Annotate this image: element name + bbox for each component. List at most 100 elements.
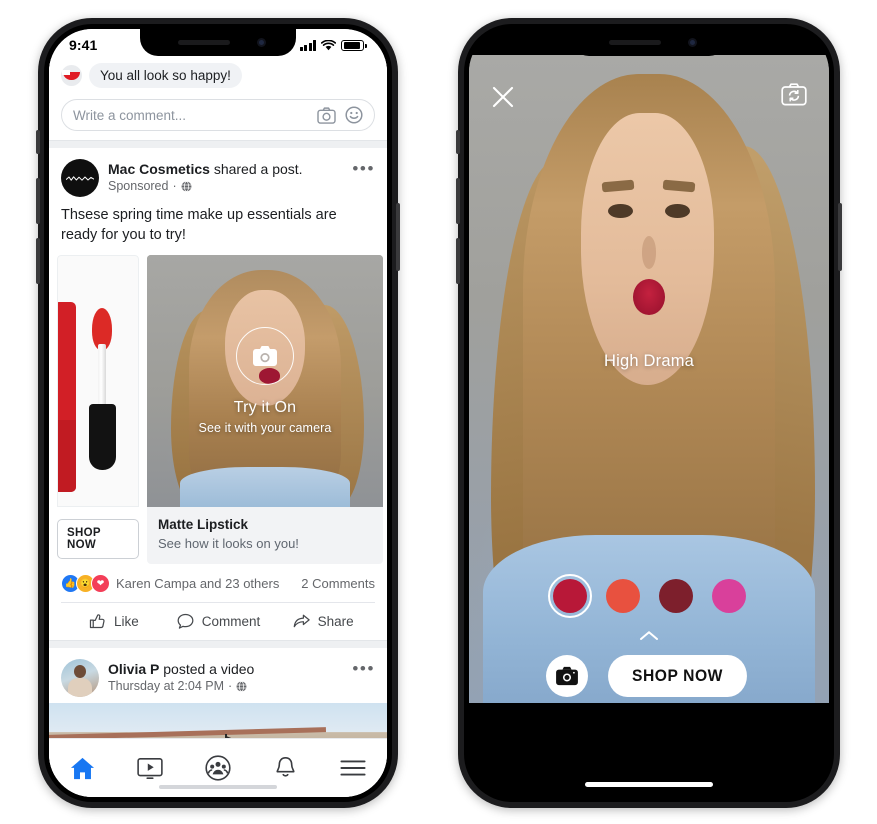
camera-icon[interactable] (317, 106, 336, 124)
sidebar-item-watch[interactable] (117, 757, 185, 780)
try-it-on-subtitle: See it with your camera (198, 421, 332, 435)
reaction-count-text[interactable]: Karen Campa and 23 others (116, 576, 301, 591)
globe-icon (236, 681, 247, 692)
post-body-text: Thsese spring time make up essentials ar… (61, 207, 337, 243)
groups-icon (205, 755, 231, 781)
front-camera-icon (257, 38, 266, 47)
feed-divider (49, 640, 387, 648)
right-phone-screen: High Drama SHOP NOW (469, 29, 829, 797)
home-icon (71, 757, 95, 779)
like-label: Like (113, 614, 139, 629)
hamburger-menu-icon (340, 760, 366, 776)
battery-icon (341, 40, 367, 51)
share-button[interactable]: Share (270, 603, 375, 640)
comment-input-placeholder: Write a comment... (73, 107, 187, 123)
try-it-on-title: Try it On (233, 399, 297, 416)
video-icon (137, 757, 164, 779)
card-subtitle: See how it looks on you! (158, 536, 299, 551)
shade-swatch[interactable] (711, 579, 746, 613)
globe-icon (181, 181, 192, 192)
feed-divider (49, 140, 387, 148)
right-phone-device: High Drama SHOP NOW (456, 18, 842, 808)
lips-avatar-icon (61, 65, 82, 86)
home-indicator[interactable] (585, 782, 713, 787)
sidebar-item-groups[interactable] (184, 755, 252, 781)
close-x-icon[interactable] (491, 85, 515, 114)
notch (140, 29, 296, 56)
mac-cosmetics-logo-icon[interactable] (61, 159, 99, 197)
comment-count[interactable]: 2 Comments (301, 576, 375, 591)
lipstick-ar-effect (632, 278, 666, 315)
sidebar-item-notifications[interactable] (252, 755, 320, 781)
sidebar-item-home[interactable] (49, 756, 117, 781)
ar-camera-view[interactable]: High Drama SHOP NOW (469, 55, 829, 703)
comment-item: You all look so happy! (49, 59, 387, 90)
user-name[interactable]: Olivia P (108, 661, 159, 677)
screenshot-root: 9:41 You all look so happy! Write a comm… (0, 0, 877, 824)
earpiece-speaker (609, 40, 661, 45)
comment-bubble-icon (177, 613, 194, 629)
news-feed: You all look so happy! Write a comment..… (49, 29, 387, 797)
ad-carousel[interactable]: SHOP NOW Try it On See it with your came… (49, 255, 387, 564)
comment-input[interactable]: Write a comment... (61, 99, 375, 131)
carousel-card-footer: Matte Lipstick See how it looks on you! (147, 507, 383, 564)
like-button[interactable]: Like (61, 603, 166, 640)
shop-now-button[interactable]: SHOP NOW (607, 655, 747, 697)
bottom-tab-bar (49, 738, 387, 797)
silence-switch[interactable] (36, 130, 40, 154)
post-meta: Sponsored · (108, 178, 343, 195)
model-photo[interactable]: Try it On See it with your camera (147, 255, 383, 507)
shop-now-button[interactable]: SHOP NOW (57, 519, 139, 559)
volume-up-button[interactable] (36, 178, 40, 224)
shutter-button[interactable] (545, 655, 588, 697)
meta-separator: · (228, 679, 233, 693)
meta-separator: · (172, 179, 177, 193)
comment-button[interactable]: Comment (166, 603, 271, 640)
reaction-icons[interactable]: 👍 😮 ❤ (61, 574, 110, 593)
more-options-icon[interactable]: ••• (352, 159, 375, 177)
video-thumbnail[interactable] (49, 703, 387, 739)
status-bar-time: 9:41 (69, 37, 98, 53)
sidebar-item-menu[interactable] (319, 759, 387, 777)
post-headline: Olivia P posted a video (108, 660, 343, 678)
sponsored-label: Sponsored (108, 179, 169, 193)
right-phone-bezel: High Drama SHOP NOW (464, 24, 834, 802)
shade-swatch[interactable] (547, 574, 592, 618)
home-indicator[interactable] (159, 784, 277, 789)
thumbs-up-icon (89, 614, 105, 629)
shade-name-label: High Drama (603, 352, 695, 370)
try-it-on-overlay[interactable]: Try it On See it with your camera (147, 255, 383, 507)
volume-down-button[interactable] (36, 238, 40, 284)
carousel-card[interactable]: SHOP NOW (57, 255, 139, 564)
headline-rest: posted a video (159, 661, 255, 677)
power-button[interactable] (396, 203, 400, 271)
more-options-icon[interactable]: ••• (352, 659, 375, 677)
share-label: Share (317, 614, 354, 629)
volume-down-button[interactable] (456, 238, 460, 284)
shade-swatch[interactable] (605, 579, 640, 613)
earpiece-speaker (178, 40, 230, 45)
camera-icon[interactable] (236, 327, 294, 385)
left-phone-device: 9:41 You all look so happy! Write a comm… (36, 18, 400, 808)
power-button[interactable] (838, 203, 842, 271)
flip-camera-icon[interactable] (781, 83, 807, 111)
post-headline: Mac Cosmetics shared a post. (108, 160, 343, 178)
chevron-up-icon[interactable] (469, 628, 829, 646)
shade-swatch[interactable] (658, 579, 693, 613)
user-avatar-icon[interactable] (61, 659, 99, 697)
reactions-row: 👍 😮 ❤ Karen Campa and 23 others 2 Commen… (49, 564, 387, 602)
post-meta: Thursday at 2:04 PM · (108, 678, 343, 695)
mac-wordmark (66, 176, 94, 181)
sponsored-post: Mac Cosmetics shared a post. Sponsored · (49, 148, 387, 640)
shade-swatch-row[interactable] (469, 574, 829, 618)
silence-switch[interactable] (456, 130, 460, 154)
carousel-card[interactable]: Try it On See it with your camera Matte … (147, 255, 383, 564)
feed-scroll-container[interactable]: You all look so happy! Write a comment..… (49, 59, 387, 739)
volume-up-button[interactable] (456, 178, 460, 224)
page-name[interactable]: Mac Cosmetics (108, 161, 210, 177)
notch (571, 29, 727, 56)
smiley-icon[interactable] (345, 106, 363, 124)
lipstick-product-image (57, 255, 139, 507)
signal-bars-icon (299, 40, 317, 51)
left-phone-screen: 9:41 You all look so happy! Write a comm… (49, 29, 387, 797)
